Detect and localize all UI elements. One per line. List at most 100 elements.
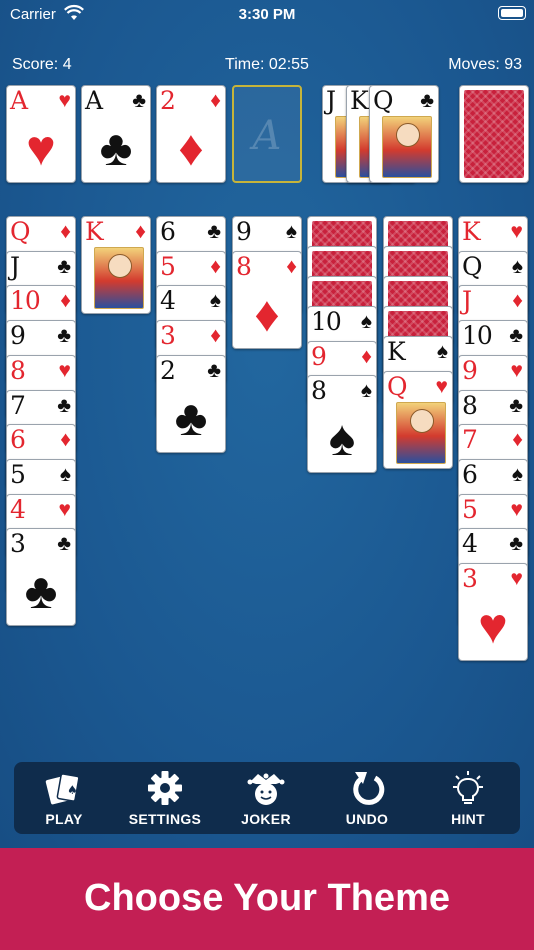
card-rank: 4 [10, 494, 26, 524]
card-pip: ♥ [26, 120, 56, 176]
tableau-card[interactable]: 3 ♣ ♣ [6, 528, 76, 627]
card-suit: ♦ [286, 254, 297, 278]
card-rank: K [350, 86, 369, 115]
tableau-card[interactable]: 8 ♠ ♠ [307, 375, 377, 474]
card-rank: Q [462, 251, 482, 281]
card-suit: ♥ [58, 89, 71, 112]
play-button[interactable]: ♠ PLAY [14, 762, 114, 834]
hint-label: HINT [451, 811, 485, 827]
card-rank: 6 [160, 217, 176, 246]
card-suit: ♦ [210, 324, 221, 348]
card-suit: ♦ [512, 289, 523, 313]
card-suit: ♦ [135, 220, 146, 243]
card-suit: ♠ [511, 462, 523, 486]
card-suit: ♣ [207, 358, 221, 382]
card-pip: ♣ [99, 120, 133, 176]
card-rank: 5 [10, 459, 26, 489]
card-suit: ♥ [510, 567, 523, 590]
card-rank: 3 [160, 321, 176, 351]
card-suit: ♣ [57, 532, 71, 556]
card-rank: K [387, 337, 406, 366]
foundation-card[interactable]: 2 ♦ ♦ [156, 85, 226, 183]
card-suit: ♥ [435, 374, 448, 398]
card-rank: 10 [462, 321, 493, 351]
play-label: PLAY [45, 811, 83, 827]
card-rank: Q [373, 86, 393, 115]
undo-icon [353, 772, 385, 805]
card-suit: ♠ [436, 340, 448, 363]
card-rank: 7 [10, 390, 26, 420]
card-suit: ♣ [509, 532, 523, 556]
foundation-card[interactable]: A ♣ ♣ [81, 85, 151, 183]
card-suit: ♦ [60, 289, 71, 313]
theme-banner[interactable]: Choose Your Theme [0, 848, 534, 950]
card-suit: ♠ [360, 310, 372, 333]
card-rank: K [85, 217, 104, 246]
card-suit: ♣ [207, 220, 221, 243]
tableau-card[interactable]: 3 ♥ ♥ [458, 563, 528, 661]
lightbulb-icon [453, 771, 483, 804]
court-figure [94, 247, 144, 309]
card-rank: 9 [462, 355, 478, 385]
card-suit: ♠ [209, 289, 221, 313]
card-suit: ♦ [210, 254, 221, 278]
card-rank: Q [387, 371, 407, 401]
settings-button[interactable]: SETTINGS [115, 762, 215, 834]
card-rank: J [326, 86, 336, 115]
joker-button[interactable]: JOKER [216, 762, 316, 834]
card-suit: ♥ [58, 358, 71, 382]
card-rank: J [462, 286, 472, 316]
card-suit: ♦ [361, 344, 372, 368]
status-clock: 3:30 PM [238, 6, 296, 23]
foundation-card[interactable]: A ♥ ♥ [6, 85, 76, 183]
card-suit: ♠ [285, 220, 297, 243]
card-rank: 4 [462, 529, 478, 559]
court-figure [396, 401, 446, 464]
card-suit: ♣ [420, 89, 434, 112]
card-pip: ♣ [24, 563, 58, 620]
bottom-toolbar: ♠ PLAY SETTINGS JOKER UNDO HINT [14, 762, 520, 834]
tableau-card[interactable]: 8 ♦ ♦ [232, 250, 302, 349]
gear-icon [148, 771, 182, 805]
card-suit: ♥ [58, 497, 71, 521]
card-rank: 8 [311, 376, 327, 406]
undo-button[interactable]: UNDO [317, 762, 417, 834]
card-rank: 9 [10, 321, 26, 351]
status-bar: Carrier 3:30 PM [0, 0, 534, 30]
undo-label: UNDO [345, 811, 389, 827]
card-rank: 9 [311, 341, 327, 371]
hint-button[interactable]: HINT [418, 762, 518, 834]
card-rank: 2 [160, 355, 176, 385]
card-rank: 8 [10, 355, 26, 385]
court-figure [382, 116, 432, 178]
tableau-card[interactable]: Q ♥ [383, 370, 453, 469]
joker-label: JOKER [241, 811, 291, 827]
card-rank: 6 [462, 459, 478, 489]
tableau-card[interactable]: 2 ♣ ♣ [156, 354, 226, 453]
card-rank: 3 [462, 564, 478, 593]
battery-icon [498, 6, 526, 20]
card-suit: ♦ [60, 428, 71, 452]
card-rank: 10 [10, 286, 41, 316]
cards-icon: ♠ [45, 773, 80, 805]
jester-icon [247, 773, 285, 805]
svg-text:♠: ♠ [67, 783, 78, 797]
card-rank: A [10, 86, 28, 115]
card-suit: ♣ [57, 254, 71, 278]
card-rank: A [85, 86, 103, 115]
foundation-placeholder: A [252, 113, 282, 159]
card-rank: 6 [10, 425, 26, 455]
settings-label: SETTINGS [128, 811, 202, 827]
waste-card[interactable]: Q ♣ [369, 85, 439, 183]
card-rank: 5 [160, 251, 176, 281]
tableau-card[interactable]: K ♦ [81, 216, 151, 314]
card-rank: 8 [236, 251, 252, 281]
foundation-slot-empty[interactable]: A [232, 85, 302, 183]
card-rank: 10 [311, 307, 342, 336]
moves-label: Moves: 93 [448, 56, 522, 73]
card-suit: ♠ [360, 379, 372, 403]
card-rank: 9 [236, 217, 252, 246]
stock-pile[interactable] [459, 85, 529, 183]
card-rank: K [462, 217, 481, 246]
card-suit: ♠ [59, 462, 71, 486]
